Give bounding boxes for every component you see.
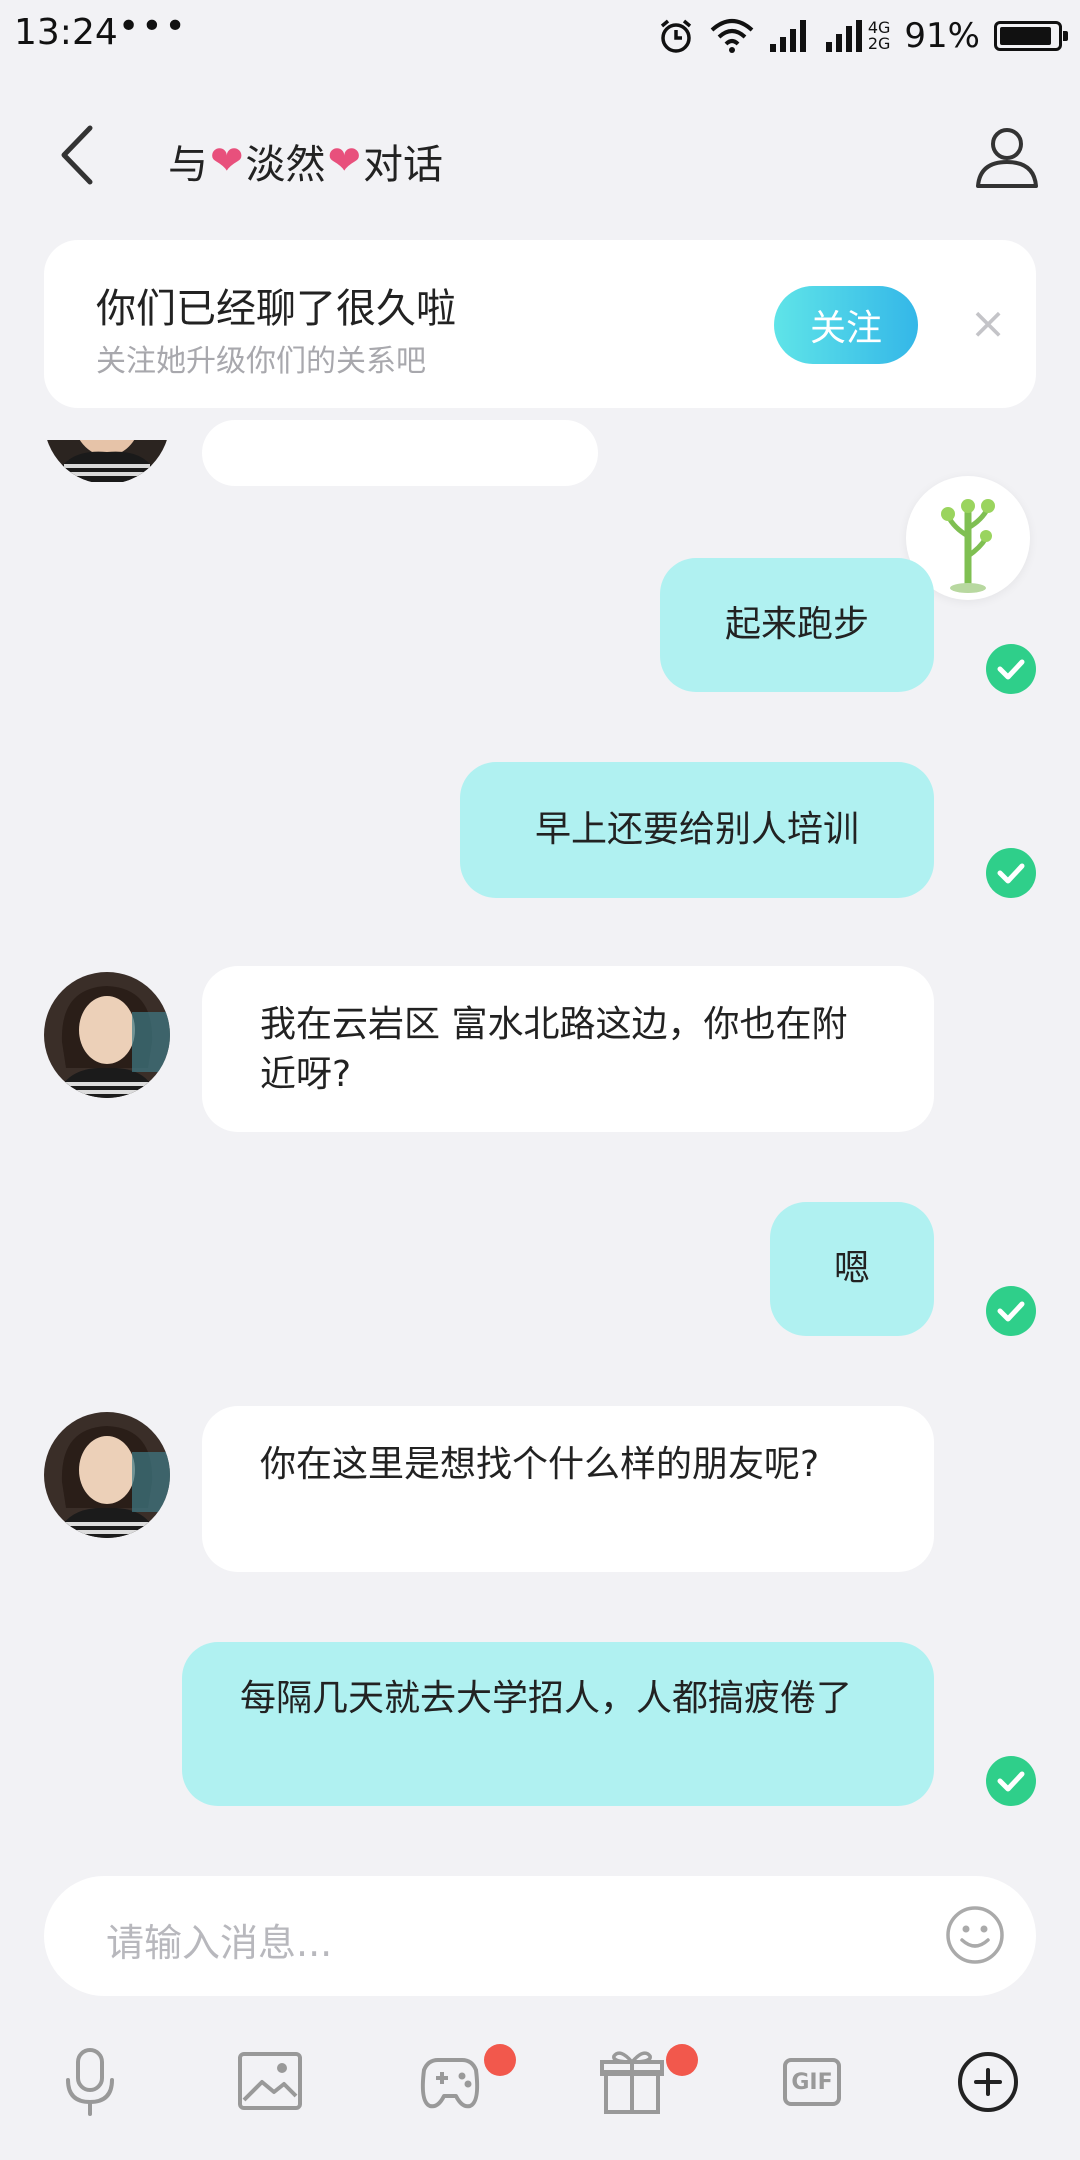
read-check-icon — [986, 644, 1036, 694]
battery-percent: 91% — [904, 16, 980, 56]
network-type: 4G 2G — [868, 20, 891, 52]
read-check-icon — [986, 1286, 1036, 1336]
status-time: 13:24 — [14, 12, 118, 53]
chat-title: 与 ❤ 淡然 ❤ 对话 — [168, 132, 443, 190]
emoji-icon[interactable] — [944, 1904, 1006, 1966]
follow-banner: 你们已经聊了很久啦 关注她升级你们的关系吧 关注 × — [44, 240, 1036, 408]
message-bubble-outgoing[interactable]: 早上还要给别人培训 — [460, 762, 934, 898]
microphone-icon[interactable] — [50, 2042, 130, 2122]
banner-title: 你们已经聊了很久啦 — [96, 286, 456, 332]
contact-name: 淡然 — [245, 142, 326, 188]
title-prefix: 与 — [168, 142, 208, 188]
avatar[interactable] — [44, 972, 170, 1098]
avatar-image — [44, 1412, 170, 1538]
message-input[interactable]: 请输入消息... — [106, 1912, 332, 1967]
bottom-toolbar: GIF — [0, 2020, 1080, 2140]
message-bubble-outgoing[interactable]: 起来跑步 — [660, 558, 934, 692]
gift-icon[interactable] — [592, 2042, 672, 2122]
title-suffix: 对话 — [363, 142, 444, 188]
close-icon[interactable]: × — [962, 298, 1014, 350]
message-input-bar[interactable]: 请输入消息... — [44, 1876, 1036, 1996]
gif-icon[interactable]: GIF — [772, 2042, 852, 2122]
heart-icon: ❤ — [327, 138, 362, 184]
signal-icon — [769, 20, 806, 52]
game-icon[interactable] — [410, 2042, 490, 2122]
status-more-dots: ••• — [118, 6, 188, 47]
message-bubble-outgoing[interactable]: 嗯 — [770, 1202, 934, 1336]
signal-2-icon — [825, 20, 862, 52]
follow-button[interactable]: 关注 — [774, 286, 918, 364]
back-button[interactable] — [46, 120, 116, 190]
message-bubble-partial — [202, 420, 598, 486]
avatar-image — [44, 972, 170, 1098]
wifi-icon — [710, 19, 754, 53]
message-bubble-incoming[interactable]: 你在这里是想找个什么样的朋友呢? — [202, 1406, 934, 1572]
gif-label: GIF — [783, 2058, 841, 2106]
notification-badge — [666, 2044, 698, 2076]
chat-header: 与 ❤ 淡然 ❤ 对话 — [0, 86, 1080, 226]
banner-subtitle: 关注她升级你们的关系吧 — [96, 344, 426, 379]
image-icon[interactable] — [230, 2042, 310, 2122]
plus-icon[interactable] — [948, 2042, 1028, 2122]
heart-icon: ❤ — [210, 138, 244, 184]
notification-badge — [484, 2044, 516, 2076]
profile-button[interactable] — [972, 122, 1042, 192]
read-check-icon — [986, 1756, 1036, 1806]
network-bottom-label: 2G — [867, 34, 891, 53]
message-bubble-incoming[interactable]: 我在云岩区 富水北路这边，你也在附近呀? — [202, 966, 934, 1132]
signal-4g-2g: 4G 2G — [824, 18, 891, 54]
message-bubble-outgoing[interactable]: 每隔几天就去大学招人，人都搞疲倦了 — [182, 1642, 934, 1806]
status-icons: 4G 2G 91% — [656, 14, 1068, 58]
avatar[interactable] — [44, 1412, 170, 1538]
read-check-icon — [986, 848, 1036, 898]
status-bar: 13:24 ••• 4G 2G 91% — [0, 0, 1080, 72]
alarm-icon — [660, 19, 691, 53]
battery-icon — [994, 21, 1068, 51]
